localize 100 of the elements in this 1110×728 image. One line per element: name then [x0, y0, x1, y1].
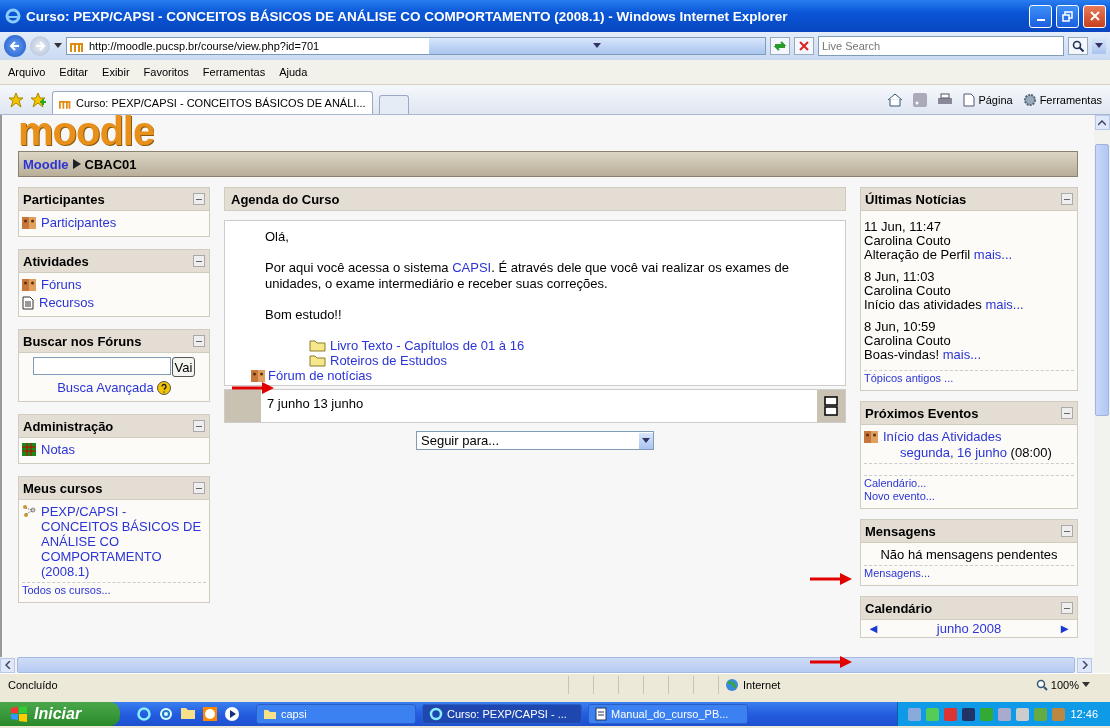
people-icon: [22, 215, 36, 230]
block-link[interactable]: Recursos: [39, 295, 94, 310]
address-field[interactable]: http://moodle.pucsp.br/course/view.php?id=701: [66, 37, 766, 55]
block-title: Meus cursos: [23, 480, 103, 496]
month-link[interactable]: junho 2008: [936, 621, 1002, 636]
close-button[interactable]: [1083, 4, 1106, 28]
footer-link[interactable]: Novo evento...: [864, 490, 1074, 502]
block-title: Participantes: [23, 191, 105, 207]
browser-icon: [4, 7, 22, 25]
footer-link[interactable]: Mensagens...: [864, 567, 1074, 579]
show-one-week-icon[interactable]: [824, 396, 838, 416]
news-date: 11 Jun, 11:47: [864, 220, 942, 234]
security-zone: Internet: [743, 679, 781, 691]
collapse-icon[interactable]: [1061, 193, 1073, 205]
add-favorite-icon[interactable]: [30, 91, 46, 108]
scroll-right-button[interactable]: [1077, 657, 1092, 673]
breadcrumb-current: CBAC01: [84, 156, 137, 172]
taskbar-button[interactable]: Manual_do_curso_PB...: [588, 704, 748, 724]
menu-item[interactable]: Ajuda: [279, 66, 308, 78]
search-field[interactable]: Live Search: [818, 36, 1064, 56]
previous-month-button[interactable]: ◄: [867, 621, 880, 636]
breadcrumb-link[interactable]: Moodle: [23, 156, 69, 172]
resource-link[interactable]: Livro Texto - Capítulos de 01 à 16: [330, 338, 525, 353]
zoom-control[interactable]: 100%: [910, 679, 1110, 691]
restore-button[interactable]: [1056, 4, 1079, 28]
command-button[interactable]: Página: [963, 92, 1013, 107]
scrollbar-thumb[interactable]: [1095, 144, 1109, 416]
section-title: Agenda do Curso: [231, 191, 340, 207]
resource-link[interactable]: Roteiros de Estudos: [330, 353, 448, 368]
capsi-link[interactable]: CAPSI: [452, 260, 492, 275]
collapse-icon[interactable]: [193, 193, 205, 205]
start-button[interactable]: Iniciar: [0, 702, 120, 726]
star-icon[interactable]: [8, 91, 24, 108]
stop-button[interactable]: [794, 37, 814, 55]
block-title: Administração: [23, 418, 114, 434]
search-button[interactable]: [1068, 37, 1088, 55]
caret-icon[interactable]: [54, 43, 62, 49]
refresh-icon: [773, 40, 787, 52]
minimize-button[interactable]: [1029, 4, 1052, 28]
menu-item[interactable]: Favoritos: [143, 66, 189, 78]
course-link[interactable]: PEXP/CAPSI - CONCEITOS BÁSICOS DE ANÁLISE CO COMPORTAMENTO (2008.1): [41, 504, 206, 579]
collapse-icon[interactable]: [1061, 407, 1073, 419]
home-icon[interactable]: [887, 92, 904, 107]
footer-link[interactable]: Calendário...: [864, 477, 1074, 489]
browser-tab[interactable]: Curso: PEXP/CAPSI - CONCEITOS BÁSICOS DE ANÁLI...: [52, 91, 373, 114]
vertical-scrollbar[interactable]: [1094, 115, 1110, 657]
block-title: Próximos Eventos: [865, 405, 979, 421]
dropdown-button[interactable]: [1092, 38, 1106, 54]
advanced-search-link[interactable]: Busca Avançada: [57, 380, 154, 395]
browser-icon[interactable]: [136, 706, 152, 722]
forum-link[interactable]: Fórum de notícias: [268, 368, 373, 383]
collapse-icon[interactable]: [1061, 602, 1073, 614]
collapse-icon[interactable]: [1061, 525, 1073, 537]
jump-select[interactable]: Seguir para...: [416, 431, 654, 450]
refresh-button[interactable]: [770, 37, 790, 55]
taskbar-button[interactable]: capsi: [256, 704, 416, 724]
taskbar-button[interactable]: Curso: PEXP/CAPSI - ...: [422, 704, 582, 724]
event-link[interactable]: Início das Atividades: [883, 429, 1002, 445]
news-author: Carolina Couto: [864, 284, 952, 298]
search-icon: [1072, 40, 1084, 52]
media-icon[interactable]: [224, 706, 240, 722]
block-title: Calendário: [865, 600, 933, 616]
search-field[interactable]: [32, 357, 171, 375]
block-link[interactable]: Fóruns: [41, 277, 82, 292]
block-link[interactable]: Notas: [41, 442, 75, 457]
next-month-button[interactable]: ►: [1058, 621, 1071, 636]
folder-icon: [263, 708, 277, 720]
messages-text: Não há mensagens pendentes: [879, 547, 1059, 562]
block-link[interactable]: Participantes: [41, 215, 117, 230]
go-button[interactable]: Vai: [171, 357, 196, 377]
collapse-icon[interactable]: [193, 255, 205, 267]
browser-icon[interactable]: [158, 706, 174, 722]
clock-icon[interactable]: [202, 706, 218, 722]
more-link[interactable]: mais...: [973, 247, 1013, 262]
footer-link[interactable]: Tópicos antigos ...: [864, 372, 1074, 384]
closing-text: Bom estudo!!: [265, 307, 343, 323]
scroll-left-button[interactable]: [0, 657, 15, 673]
collapse-icon[interactable]: [193, 335, 205, 347]
help-icon[interactable]: [156, 380, 171, 395]
menu-item[interactable]: Exibir: [102, 66, 130, 78]
event-date-link[interactable]: segunda, 16 junho: [900, 445, 1007, 460]
browser-icon: [429, 707, 443, 721]
collapse-icon[interactable]: [193, 482, 205, 494]
tray-icon[interactable]: [962, 707, 976, 721]
menu-item[interactable]: Arquivo: [8, 66, 46, 78]
block-title: Mensagens: [865, 523, 936, 539]
scroll-up-button[interactable]: [1094, 115, 1110, 130]
footer-link[interactable]: Todos os cursos...: [22, 584, 206, 596]
folder-icon[interactable]: [180, 706, 196, 720]
menu-item[interactable]: Ferramentas: [202, 66, 266, 78]
menu-item[interactable]: Editar: [59, 66, 89, 78]
back-button[interactable]: [4, 35, 26, 57]
more-link[interactable]: mais...: [985, 297, 1024, 312]
document-icon: [595, 707, 607, 721]
command-button[interactable]: Ferramentas: [1022, 92, 1102, 107]
more-link[interactable]: mais...: [942, 347, 982, 362]
close-icon: [799, 41, 809, 51]
collapse-icon[interactable]: [193, 420, 205, 432]
printer-icon[interactable]: [937, 92, 954, 107]
restore-icon: [1062, 10, 1073, 22]
